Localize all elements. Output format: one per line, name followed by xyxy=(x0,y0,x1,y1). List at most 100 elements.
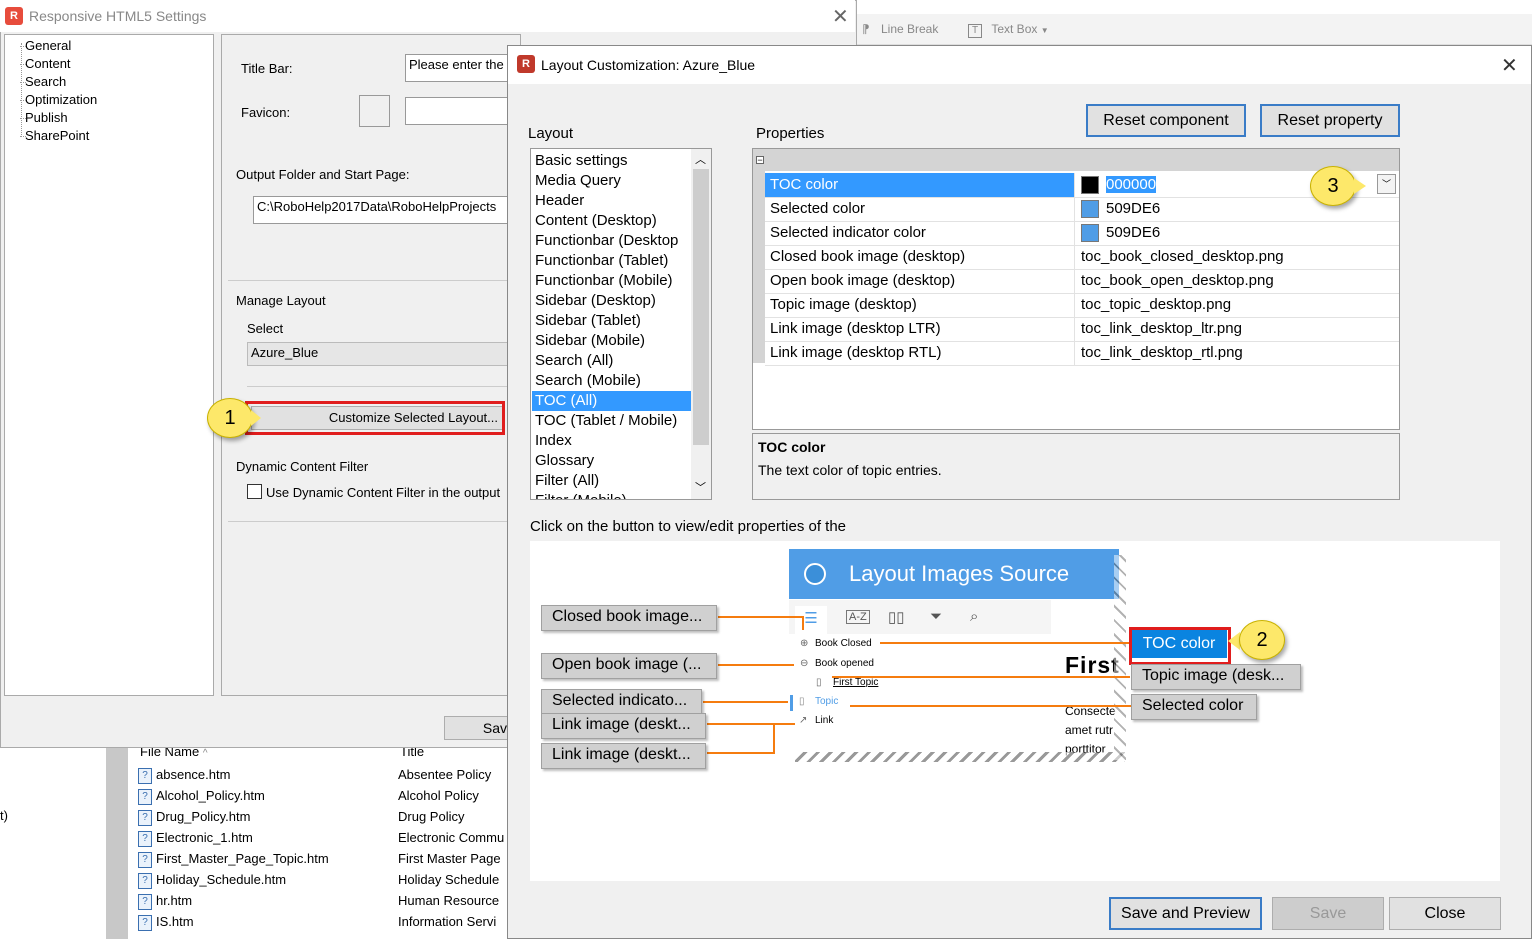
tree-item-optimization[interactable]: Optimization xyxy=(25,92,97,107)
property-name: Selected color xyxy=(765,197,1075,221)
save-and-preview-button[interactable]: Save and Preview xyxy=(1109,897,1262,930)
selected-color-button[interactable]: Selected color xyxy=(1131,694,1257,720)
layout-list-item[interactable]: Search (All) xyxy=(535,351,613,371)
scroll-thumb[interactable] xyxy=(693,169,709,445)
property-row[interactable]: Closed book image (desktop) toc_book_clos… xyxy=(765,245,1399,270)
property-row[interactable]: TOC color 000000 xyxy=(765,173,1399,198)
toc-list-icon[interactable]: ☰ xyxy=(795,606,827,634)
tree-item-general[interactable]: General xyxy=(25,38,71,53)
property-value-text: toc_book_closed_desktop.png xyxy=(1081,248,1284,265)
tree-item-search[interactable]: Search xyxy=(25,74,66,89)
topic-file-icon: ? xyxy=(138,893,152,910)
tree-connector xyxy=(20,118,26,119)
tree-item-publish[interactable]: Publish xyxy=(25,110,68,125)
layout-list-item[interactable]: Media Query xyxy=(535,171,621,191)
property-row[interactable]: Link image (desktop LTR) toc_link_desktop… xyxy=(765,317,1399,342)
file-row[interactable]: ? Drug_Policy.htm xyxy=(138,809,250,830)
layout-list-item[interactable]: Sidebar (Desktop) xyxy=(535,291,656,311)
file-row[interactable]: ? IS.htm xyxy=(138,914,194,935)
scroll-up-icon[interactable]: ︿ xyxy=(695,151,706,167)
topic-file-icon: ? xyxy=(138,914,152,931)
color-swatch[interactable] xyxy=(1081,176,1099,195)
file-list-scrollbar[interactable] xyxy=(106,740,128,939)
property-row[interactable]: Selected color 509DE6 xyxy=(765,197,1399,222)
layout-list-item[interactable]: Sidebar (Mobile) xyxy=(535,331,645,351)
file-row[interactable]: ? hr.htm xyxy=(138,893,192,914)
property-name: Link image (desktop LTR) xyxy=(765,317,1075,341)
file-title: Information Servi xyxy=(398,914,497,929)
link-image-ltr-button[interactable]: Link image (deskt... xyxy=(541,713,706,739)
settings-save-button[interactable]: Sav xyxy=(444,716,514,740)
property-row[interactable]: Open book image (desktop) toc_book_open_d… xyxy=(765,269,1399,294)
layout-list-item[interactable]: Filter (All) xyxy=(535,471,599,491)
file-name: First_Master_Page_Topic.htm xyxy=(156,851,329,866)
topic-image-button[interactable]: Topic image (desk... xyxy=(1131,664,1301,690)
property-row[interactable]: Topic image (desktop) toc_topic_desktop.p… xyxy=(765,293,1399,318)
tree-item-sharepoint[interactable]: SharePoint xyxy=(25,128,89,143)
text-box-icon: T xyxy=(968,24,982,38)
text-box-tool[interactable]: T Text Box ▼ xyxy=(968,22,1049,38)
layout-list-item[interactable]: Index xyxy=(535,431,572,451)
file-row[interactable]: ? Electronic_1.htm xyxy=(138,830,253,851)
favicon-input[interactable] xyxy=(405,97,515,125)
output-folder-input[interactable]: C:\RoboHelp2017Data\RoboHelpProjects xyxy=(253,196,515,224)
reset-property-button[interactable]: Reset property xyxy=(1260,104,1400,137)
property-value-text: toc_link_desktop_rtl.png xyxy=(1081,344,1243,361)
property-value[interactable]: toc_topic_desktop.png xyxy=(1076,293,1399,317)
property-value[interactable]: toc_book_closed_desktop.png xyxy=(1076,245,1399,269)
save-button[interactable]: Save xyxy=(1272,897,1384,930)
color-dropdown-button[interactable]: ﹀ xyxy=(1377,174,1396,194)
property-row[interactable]: Link image (desktop RTL) toc_link_desktop… xyxy=(765,341,1399,366)
color-swatch[interactable] xyxy=(1081,224,1099,243)
property-row[interactable]: Selected indicator color 509DE6 xyxy=(765,221,1399,246)
layout-list-scrollbar[interactable]: ︿ ﹀ xyxy=(691,149,711,499)
search-icon[interactable]: ⌕ xyxy=(970,608,978,625)
collapse-icon[interactable]: − xyxy=(756,156,764,165)
layout-list-item[interactable]: Header xyxy=(535,191,584,211)
close-button[interactable]: Close xyxy=(1389,897,1501,930)
layout-list-item[interactable]: Functionbar (Mobile) xyxy=(535,271,673,291)
file-row[interactable]: ? First_Master_Page_Topic.htm xyxy=(138,851,329,872)
layout-list-item[interactable]: Search (Mobile) xyxy=(535,371,641,391)
scroll-down-icon[interactable]: ﹀ xyxy=(695,479,706,495)
property-value[interactable]: toc_link_desktop_rtl.png xyxy=(1076,341,1399,365)
line-break-tool[interactable]: ⁋ Line Break xyxy=(862,22,938,36)
file-row[interactable]: ? Holiday_Schedule.htm xyxy=(138,872,286,893)
favicon-preview[interactable] xyxy=(359,95,390,127)
link-image-rtl-button[interactable]: Link image (deskt... xyxy=(541,743,706,769)
file-row[interactable]: ? absence.htm xyxy=(138,767,230,788)
layout-list-item[interactable]: Sidebar (Tablet) xyxy=(535,311,641,331)
reset-component-button[interactable]: Reset component xyxy=(1086,104,1246,137)
file-name: Drug_Policy.htm xyxy=(156,809,251,824)
layout-list-item[interactable]: Content (Desktop) xyxy=(535,211,657,231)
layout-close-icon[interactable]: ✕ xyxy=(1501,53,1518,78)
color-swatch[interactable] xyxy=(1081,200,1099,219)
closed-book-image-button[interactable]: Closed book image... xyxy=(541,605,717,631)
property-value-text: 509DE6 xyxy=(1106,224,1161,241)
tree-item-content[interactable]: Content xyxy=(25,56,71,71)
glossary-book-icon[interactable]: ▯▯ xyxy=(888,608,905,626)
file-row[interactable]: ? Alcohol_Policy.htm xyxy=(138,788,265,809)
title-bar-input[interactable]: Please enter the xyxy=(405,54,515,82)
layout-list-item[interactable]: Filter (Mobile) xyxy=(535,491,627,499)
layout-list-item[interactable]: Functionbar (Desktop xyxy=(535,231,678,251)
layout-list-item[interactable]: TOC (Tablet / Mobile) xyxy=(535,411,677,431)
dcf-checkbox[interactable] xyxy=(247,484,262,499)
property-value[interactable]: toc_book_open_desktop.png xyxy=(1076,269,1399,293)
filter-icon[interactable]: ⏷ xyxy=(930,608,942,625)
property-value[interactable]: toc_link_desktop_ltr.png xyxy=(1076,317,1399,341)
layout-list-item[interactable]: TOC (All) xyxy=(532,391,693,411)
callout-3: 3 xyxy=(1310,166,1356,206)
layout-list-item[interactable]: Glossary xyxy=(535,451,594,471)
property-value[interactable]: 509DE6 xyxy=(1076,197,1399,221)
layout-list-item[interactable]: Functionbar (Tablet) xyxy=(535,251,668,271)
open-book-image-button[interactable]: Open book image (... xyxy=(541,653,717,679)
property-value[interactable]: 509DE6 xyxy=(1076,221,1399,245)
tree-connector xyxy=(20,64,26,65)
layout-component-list[interactable]: Basic settings Media Query Header Content (… xyxy=(530,148,712,500)
settings-close-icon[interactable]: ✕ xyxy=(832,4,849,29)
selected-indicator-button[interactable]: Selected indicato... xyxy=(541,689,702,715)
index-icon[interactable]: A-Z xyxy=(846,610,870,624)
layout-list-item[interactable]: Basic settings xyxy=(535,151,628,171)
layout-select[interactable]: Azure_Blue xyxy=(247,342,515,366)
